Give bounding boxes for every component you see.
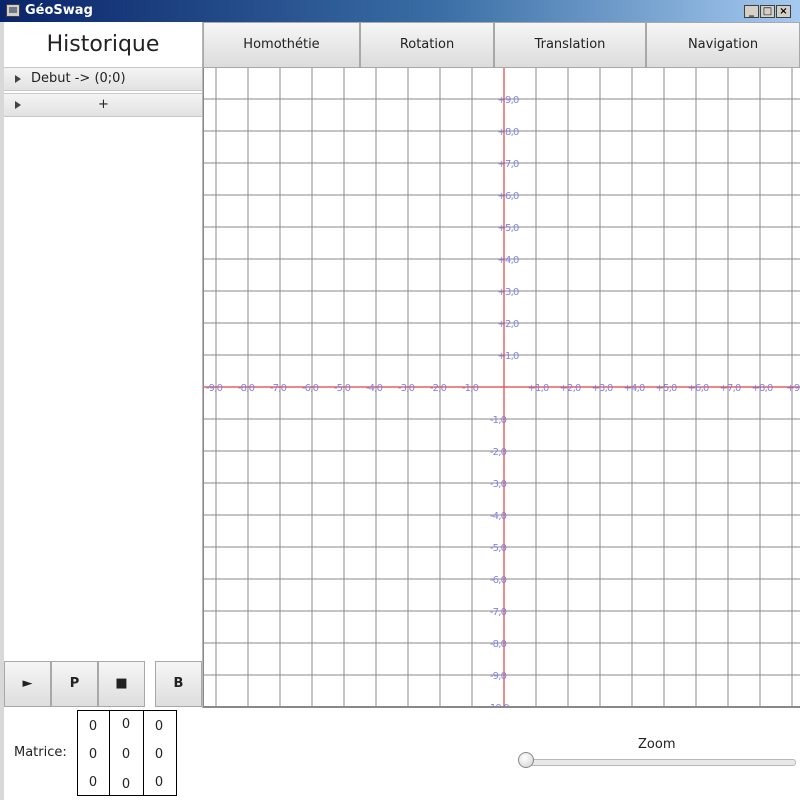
y-tick-label: -9,0 xyxy=(490,671,507,682)
y-tick-label: +6,0 xyxy=(497,191,519,202)
graph-canvas[interactable]: -9,0 -8,0 -7,0 -6,0 -5,0 -4,0 -3,0 -2,0 -1,0 +1,0… xyxy=(204,68,800,708)
matrix-cell[interactable]: 0 xyxy=(111,717,141,732)
y-tick-label: -7,0 xyxy=(490,607,507,618)
y-tick-label: +5,0 xyxy=(497,223,519,234)
history-panel: Historique Debut -> (0;0) + ► P ■ B xyxy=(0,22,203,708)
zoom-label: Zoom xyxy=(638,737,676,752)
x-tick-label: +3,0 xyxy=(591,383,613,394)
x-tick-label: +6,0 xyxy=(687,383,709,394)
matrix-cell[interactable]: 0 xyxy=(78,747,108,762)
x-tick-label: +5,0 xyxy=(655,383,677,394)
bottom-panel: Matrice: 0 0 0 0 0 0 0 0 0 Zoom xyxy=(0,708,800,800)
y-tick-label: -6,0 xyxy=(490,575,507,586)
x-tick-label: -3,0 xyxy=(398,383,415,394)
x-tick-label: +7,0 xyxy=(719,383,741,394)
x-tick-label: +9, xyxy=(786,383,800,394)
x-tick-label: +2,0 xyxy=(559,383,581,394)
y-tick-label: +8,0 xyxy=(497,127,519,138)
b-button[interactable]: B xyxy=(155,661,202,707)
y-tick-label: +3,0 xyxy=(497,287,519,298)
y-tick-label: +7,0 xyxy=(497,159,519,170)
x-tick-label: +8,0 xyxy=(751,383,773,394)
y-tick-label: +1,0 xyxy=(497,351,519,362)
window-title: GéoSwag xyxy=(25,3,93,18)
coordinate-graph[interactable]: -9,0 -8,0 -7,0 -6,0 -5,0 -4,0 -3,0 -2,0 -1,0 +1,0… xyxy=(203,68,800,708)
play-button[interactable]: ► xyxy=(4,661,51,707)
tab-homothetie[interactable]: Homothétie xyxy=(203,22,360,68)
y-tick-label: -3,0 xyxy=(490,479,507,490)
matrix-cell[interactable]: 0 xyxy=(78,719,108,734)
x-tick-label: +4,0 xyxy=(623,383,645,394)
maximize-button[interactable]: □ xyxy=(760,5,775,18)
y-tick-label: +9,0 xyxy=(497,95,519,106)
app-icon xyxy=(6,4,20,17)
stop-button[interactable]: ■ xyxy=(98,661,145,707)
history-item-debut[interactable]: Debut -> (0;0) xyxy=(4,67,202,91)
matrix-divider xyxy=(109,711,110,795)
tab-translation[interactable]: Translation xyxy=(494,22,646,68)
matrix-label: Matrice: xyxy=(14,745,67,760)
matrix-cell[interactable]: 0 xyxy=(144,719,174,734)
y-tick-label: -8,0 xyxy=(490,639,507,650)
x-tick-label: -4,0 xyxy=(366,383,383,394)
matrix-cell[interactable]: 0 xyxy=(144,747,174,762)
matrix-cell[interactable]: 0 xyxy=(144,775,174,790)
history-title: Historique xyxy=(46,32,160,57)
tab-navigation[interactable]: Navigation xyxy=(646,22,800,68)
matrix-cell[interactable]: 0 xyxy=(78,775,108,790)
x-tick-label: -7,0 xyxy=(270,383,287,394)
x-tick-label: -8,0 xyxy=(238,383,255,394)
history-item-label: Debut -> (0;0) xyxy=(31,71,126,86)
x-tick-label: -9,0 xyxy=(206,383,223,394)
x-tick-label: -1,0 xyxy=(462,383,479,394)
tab-rotation[interactable]: Rotation xyxy=(360,22,494,68)
y-tick-label: +4,0 xyxy=(497,255,519,266)
close-button[interactable]: × xyxy=(776,5,791,18)
x-tick-label: -6,0 xyxy=(302,383,319,394)
minimize-button[interactable]: _ xyxy=(744,5,759,18)
pause-button[interactable]: P xyxy=(51,661,98,707)
x-tick-label: -2,0 xyxy=(430,383,447,394)
x-tick-label: -5,0 xyxy=(334,383,351,394)
matrix-grid: 0 0 0 0 0 0 0 0 0 xyxy=(77,710,177,796)
y-tick-label: -2,0 xyxy=(490,447,507,458)
history-item-add[interactable]: + xyxy=(4,93,202,117)
zoom-slider-track[interactable] xyxy=(524,759,796,766)
expand-triangle-icon[interactable] xyxy=(15,75,21,83)
y-tick-label: -5,0 xyxy=(490,543,507,554)
expand-triangle-icon[interactable] xyxy=(15,101,21,109)
y-tick-label: +2,0 xyxy=(497,319,519,330)
x-tick-label: +1,0 xyxy=(527,383,549,394)
y-tick-label: -1,0 xyxy=(490,415,507,426)
title-bar: GéoSwag _ □ × xyxy=(0,0,800,22)
add-item-label: + xyxy=(98,97,109,112)
matrix-cell[interactable]: 0 xyxy=(111,777,141,792)
matrix-cell[interactable]: 0 xyxy=(111,747,141,762)
y-tick-label: -4,0 xyxy=(490,511,507,522)
zoom-slider-thumb[interactable] xyxy=(518,752,534,768)
